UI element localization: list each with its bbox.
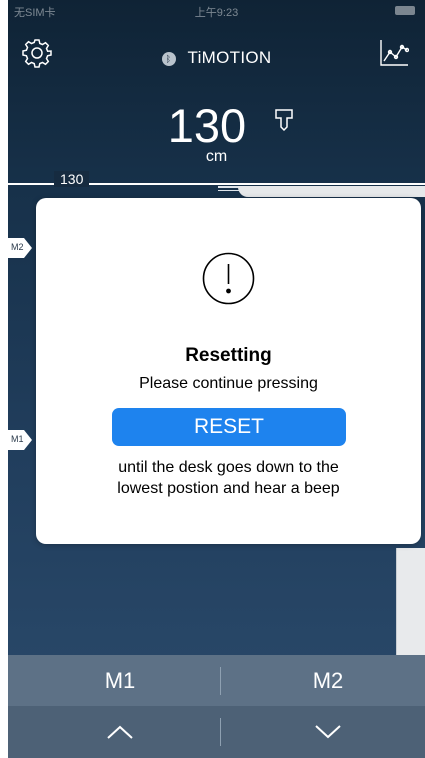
chevron-up-icon bbox=[107, 725, 133, 739]
height-readout: 130 bbox=[8, 88, 425, 153]
m2-button[interactable]: M2 bbox=[228, 655, 425, 706]
divider bbox=[220, 667, 221, 695]
marker-label: M2 bbox=[11, 242, 24, 252]
memory-marker-m1: M1 bbox=[8, 430, 32, 450]
desk-leg-graphic bbox=[396, 548, 425, 656]
height-value: 130 bbox=[167, 99, 247, 152]
dialog-title: Resetting bbox=[185, 345, 272, 366]
bluetooth-icon: ᛒ bbox=[161, 52, 176, 66]
chevron-down-icon bbox=[315, 725, 341, 739]
move-down-button[interactable] bbox=[228, 706, 425, 758]
height-unit: cm bbox=[205, 148, 228, 165]
status-time: 上午9:23 bbox=[194, 7, 239, 19]
dialog-message-bottom: until the desk goes down to the lowest p… bbox=[36, 457, 421, 499]
move-up-button[interactable] bbox=[20, 706, 220, 758]
memory-bar: M1 M2 bbox=[8, 655, 425, 706]
marker-label: M1 bbox=[11, 434, 24, 444]
warning-icon bbox=[201, 251, 256, 306]
memory-marker-m2: M2 bbox=[8, 238, 32, 258]
brand-label: TiMOTION bbox=[187, 48, 272, 67]
dialog-message-line2: lowest postion and hear a beep bbox=[117, 480, 340, 497]
control-bar bbox=[8, 706, 425, 758]
desk-height-label: 130 bbox=[54, 171, 90, 187]
device-name: ᛒ TiMOTION bbox=[8, 48, 425, 68]
drag-handle[interactable] bbox=[218, 184, 240, 196]
battery-icon bbox=[395, 6, 415, 15]
dialog-message-top: Please continue pressing bbox=[139, 375, 318, 392]
desk-top-graphic bbox=[238, 186, 425, 197]
divider bbox=[220, 718, 221, 746]
m1-button[interactable]: M1 bbox=[20, 655, 220, 706]
reset-dialog: Resetting Please continue pressing RESET… bbox=[36, 198, 421, 544]
desk-down-icon bbox=[273, 88, 295, 132]
app-screen: 无SIM卡 上午9:23 ᛒ TiMOTION 130 cm 130 M2 M1… bbox=[8, 0, 425, 758]
status-bar: 无SIM卡 上午9:23 bbox=[8, 0, 425, 22]
dialog-message-line1: until the desk goes down to the bbox=[118, 459, 339, 476]
reset-button[interactable]: RESET bbox=[112, 408, 346, 446]
chart-icon[interactable] bbox=[379, 39, 410, 67]
